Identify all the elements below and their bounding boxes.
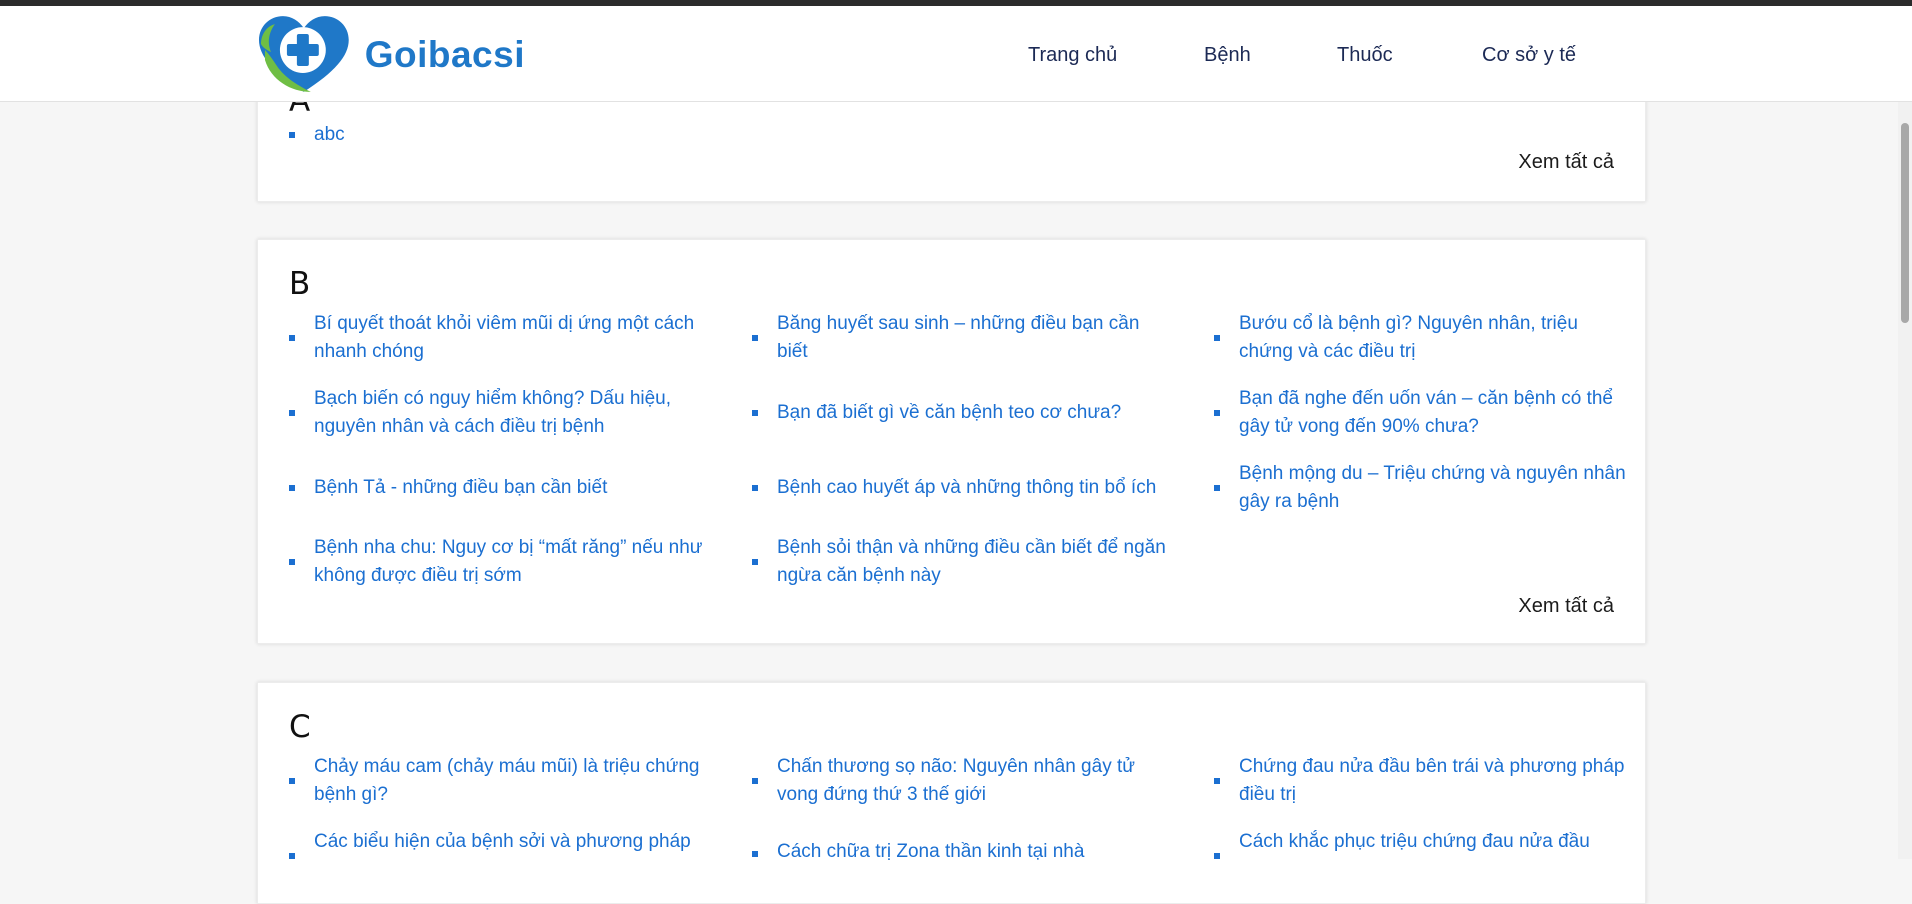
list-item[interactable]: Băng huyết sau sinh – những điều bạn cần… bbox=[752, 310, 1167, 366]
list-item[interactable]: Chứng đau nửa đầu bên trái và phương phá… bbox=[1214, 753, 1629, 809]
bullet-icon bbox=[1214, 410, 1220, 416]
site-logo[interactable]: Goibacsi bbox=[255, 14, 525, 96]
bullet-icon bbox=[289, 559, 295, 565]
list-item-link[interactable]: Bệnh Tả - những điều bạn cần biết bbox=[314, 477, 607, 498]
list-item-link[interactable]: Bạn đã nghe đến uốn ván – căn bệnh có th… bbox=[1239, 388, 1613, 437]
section-letter: B bbox=[289, 266, 311, 302]
list-item-link[interactable]: Cách khắc phục triệu chứng đau nửa đầu bbox=[1239, 831, 1590, 852]
bullet-icon bbox=[752, 559, 758, 565]
section-letter: C bbox=[289, 709, 311, 745]
list-item[interactable]: Các biểu hiện của bệnh sởi và phương phá… bbox=[289, 828, 704, 859]
nav-diseases[interactable]: Bệnh bbox=[1204, 44, 1251, 67]
site-header: Goibacsi Trang chủ Bệnh Thuốc Cơ sở y tế bbox=[0, 6, 1912, 102]
list-item-link[interactable]: Bạch biến có nguy hiểm không? Dấu hiệu, … bbox=[314, 388, 671, 437]
list-item-link[interactable]: Bí quyết thoát khỏi viêm mũi dị ứng một … bbox=[314, 313, 694, 362]
list-item[interactable]: Chảy máu cam (chảy máu mũi) là triệu chứ… bbox=[289, 753, 704, 809]
page-scrollbar[interactable] bbox=[1898, 6, 1912, 859]
bullet-icon bbox=[752, 851, 758, 857]
bullet-icon bbox=[1214, 853, 1220, 859]
list-item[interactable]: Bệnh cao huyết áp và những thông tin bổ … bbox=[752, 474, 1167, 502]
list-item-link[interactable]: Chảy máu cam (chảy máu mũi) là triệu chứ… bbox=[314, 756, 699, 805]
bullet-icon bbox=[752, 335, 758, 341]
list-item[interactable]: abc bbox=[289, 121, 704, 149]
bullet-icon bbox=[752, 778, 758, 784]
list-item[interactable]: Bạch biến có nguy hiểm không? Dấu hiệu, … bbox=[289, 385, 704, 441]
list-item-link[interactable]: Chấn thương sọ não: Nguyên nhân gây tử v… bbox=[777, 756, 1135, 805]
bullet-icon bbox=[1214, 335, 1220, 341]
section-card-b: B Bí quyết thoát khỏi viêm mũi dị ứng mộ… bbox=[257, 239, 1646, 644]
bullet-icon bbox=[289, 335, 295, 341]
list-item[interactable]: Bạn đã nghe đến uốn ván – căn bệnh có th… bbox=[1214, 385, 1629, 441]
bullet-icon bbox=[289, 485, 295, 491]
list-item[interactable]: Bạn đã biết gì về căn bệnh teo cơ chưa? bbox=[752, 399, 1167, 427]
list-item[interactable]: Bí quyết thoát khỏi viêm mũi dị ứng một … bbox=[289, 310, 704, 366]
scrollbar-thumb[interactable] bbox=[1901, 123, 1909, 323]
list-item-link[interactable]: Bạn đã biết gì về căn bệnh teo cơ chưa? bbox=[777, 402, 1121, 423]
list-item-link[interactable]: Bệnh cao huyết áp và những thông tin bổ … bbox=[777, 477, 1156, 498]
list-item-link[interactable]: Bướu cổ là bệnh gì? Nguyên nhân, triệu c… bbox=[1239, 313, 1578, 362]
view-all-link[interactable]: Xem tất cả bbox=[1518, 151, 1614, 174]
list-item-link[interactable]: Chứng đau nửa đầu bên trái và phương phá… bbox=[1239, 756, 1625, 805]
bullet-icon bbox=[752, 485, 758, 491]
list-item[interactable]: Cách chữa trị Zona thần kinh tại nhà bbox=[752, 838, 1167, 866]
bullet-icon bbox=[1214, 485, 1220, 491]
section-card-c: C Chảy máu cam (chảy máu mũi) là triệu c… bbox=[257, 682, 1646, 904]
bullet-icon bbox=[1214, 778, 1220, 784]
list-item[interactable]: Bệnh nha chu: Nguy cơ bị “mất răng” nếu … bbox=[289, 534, 704, 590]
bullet-icon bbox=[289, 778, 295, 784]
medical-heart-logo-icon bbox=[258, 16, 349, 92]
list-item-link[interactable]: Bệnh mộng du – Triệu chứng và nguyên nhâ… bbox=[1239, 463, 1626, 512]
list-item[interactable]: Bướu cổ là bệnh gì? Nguyên nhân, triệu c… bbox=[1214, 310, 1629, 366]
bullet-icon bbox=[289, 132, 295, 138]
list-item[interactable]: Chấn thương sọ não: Nguyên nhân gây tử v… bbox=[752, 753, 1167, 809]
nav-medicines[interactable]: Thuốc bbox=[1337, 44, 1393, 67]
list-item-link[interactable]: Bệnh sỏi thận và những điều cần biết để … bbox=[777, 537, 1166, 586]
list-item-link[interactable]: Bệnh nha chu: Nguy cơ bị “mất răng” nếu … bbox=[314, 537, 703, 586]
list-item[interactable]: Bệnh mộng du – Triệu chứng và nguyên nhâ… bbox=[1214, 460, 1629, 516]
list-item-link[interactable]: abc bbox=[314, 124, 345, 145]
list-item[interactable]: Bệnh Tả - những điều bạn cần biết bbox=[289, 474, 704, 502]
nav-home[interactable]: Trang chủ bbox=[1028, 44, 1117, 67]
bullet-icon bbox=[289, 410, 295, 416]
nav-facilities[interactable]: Cơ sở y tế bbox=[1482, 44, 1576, 67]
list-item-link[interactable]: Băng huyết sau sinh – những điều bạn cần… bbox=[777, 313, 1139, 362]
list-item[interactable]: Cách khắc phục triệu chứng đau nửa đầu bbox=[1214, 828, 1629, 859]
bullet-icon bbox=[289, 853, 295, 859]
main-content: A abc Xem tất cả B Bí quyết thoát khỏi v… bbox=[0, 0, 1912, 904]
list-item-link[interactable]: Các biểu hiện của bệnh sởi và phương phá… bbox=[314, 831, 691, 852]
view-all-link[interactable]: Xem tất cả bbox=[1518, 595, 1614, 618]
list-item[interactable]: Bệnh sỏi thận và những điều cần biết để … bbox=[752, 534, 1167, 590]
logo-text: Goibacsi bbox=[364, 34, 525, 75]
bullet-icon bbox=[752, 410, 758, 416]
